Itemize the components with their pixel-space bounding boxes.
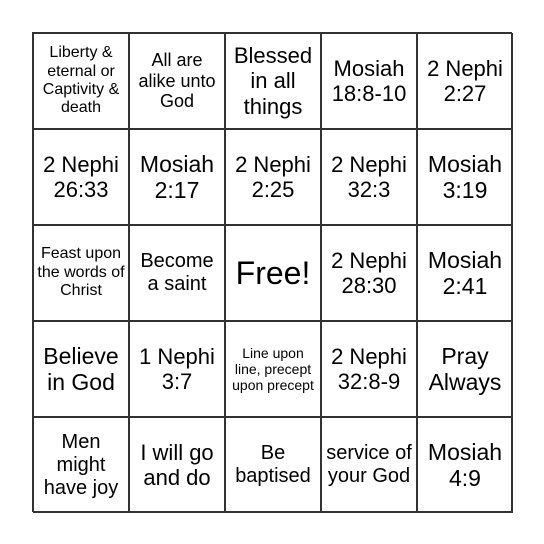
bingo-cell[interactable]: Line upon line, precept upon precept: [225, 321, 321, 417]
bingo-card: Liberty & eternal or Captivity & death A…: [32, 32, 513, 513]
bingo-cell[interactable]: All are alike unto God: [129, 33, 225, 129]
bingo-cell[interactable]: Believe in God: [33, 321, 129, 417]
bingo-cell[interactable]: Become a saint: [129, 225, 225, 321]
bingo-cell[interactable]: 2 Nephi 2:25: [225, 129, 321, 225]
bingo-cell[interactable]: 1 Nephi 3:7: [129, 321, 225, 417]
bingo-cell[interactable]: 2 Nephi 2:27: [417, 33, 513, 129]
bingo-cell[interactable]: 2 Nephi 32:3: [321, 129, 417, 225]
bingo-cell[interactable]: Mosiah 18:8-10: [321, 33, 417, 129]
bingo-cell[interactable]: 2 Nephi 26:33: [33, 129, 129, 225]
bingo-cell[interactable]: 2 Nephi 32:8-9: [321, 321, 417, 417]
bingo-cell[interactable]: Mosiah 4:9: [417, 417, 513, 513]
bingo-cell[interactable]: Mosiah 3:19: [417, 129, 513, 225]
bingo-cell[interactable]: I will go and do: [129, 417, 225, 513]
bingo-cell[interactable]: Liberty & eternal or Captivity & death: [33, 33, 129, 129]
bingo-cell[interactable]: Mosiah 2:41: [417, 225, 513, 321]
free-space[interactable]: Free!: [225, 225, 321, 321]
bingo-cell[interactable]: 2 Nephi 28:30: [321, 225, 417, 321]
bingo-cell[interactable]: Mosiah 2:17: [129, 129, 225, 225]
bingo-cell[interactable]: Feast upon the words of Christ: [33, 225, 129, 321]
bingo-cell[interactable]: Blessed in all things: [225, 33, 321, 129]
bingo-cell[interactable]: Men might have joy: [33, 417, 129, 513]
bingo-cell[interactable]: service of your God: [321, 417, 417, 513]
bingo-cell[interactable]: Be baptised: [225, 417, 321, 513]
bingo-cell[interactable]: Pray Always: [417, 321, 513, 417]
